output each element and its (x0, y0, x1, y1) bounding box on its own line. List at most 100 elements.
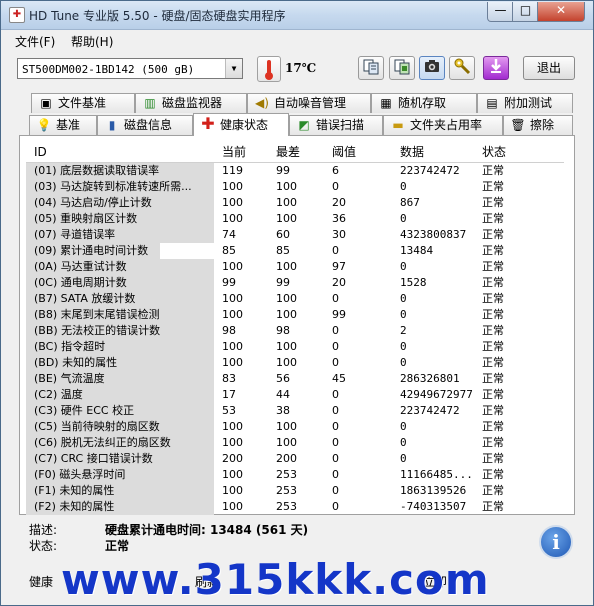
table-row[interactable]: (0A) 马达重试计数 100 100 97 0 正常 (26, 259, 564, 275)
copy-screen-icon[interactable] (389, 56, 415, 80)
error-scan-icon: ◩ (298, 118, 310, 132)
tab-aam[interactable]: ◀) 自动噪音管理 (247, 93, 371, 113)
app-window: ✚ HD Tune 专业版 5.50 - 硬盘/固态硬盘实用程序 — □ ✕ 文… (0, 0, 594, 606)
scrollbar[interactable] (556, 142, 568, 506)
tab-erase[interactable]: 🗑 擦除 (503, 115, 573, 135)
header-current[interactable]: 当前 (222, 142, 272, 162)
header-worst[interactable]: 最差 (276, 142, 330, 162)
table-body: (01) 底层数据读取错误率 119 99 6 223742472 正常 (03) 马达旋转… (26, 163, 564, 515)
cell-worst: 99 (276, 276, 290, 289)
cell-data: 0 (400, 292, 407, 305)
copy-text-icon[interactable] (358, 56, 384, 80)
cell-status: 正常 (482, 276, 504, 289)
window-title: HD Tune 专业版 5.50 - 硬盘/固态硬盘实用程序 (29, 9, 286, 23)
cell-current: 100 (222, 196, 243, 209)
trash-icon: 🗑 (510, 118, 526, 132)
temperature-readout: 17℃ (285, 61, 317, 75)
table-row[interactable]: (B8) 末尾到末尾错误检测 100 100 99 0 正常 (26, 307, 564, 323)
cell-status: 正常 (482, 228, 504, 241)
maximize-button[interactable]: □ (512, 2, 539, 22)
tab-random-access[interactable]: ▦ 随机存取 (371, 93, 477, 113)
header-id[interactable]: ID (26, 142, 214, 162)
header-threshold[interactable]: 阈值 (332, 142, 394, 162)
tab-folder-usage[interactable]: ▬ 文件夹占用率 (383, 115, 503, 135)
health-cross-icon: ✚ (201, 114, 215, 133)
menu-file[interactable]: 文件(F) (15, 33, 55, 50)
title-bar[interactable]: ✚ HD Tune 专业版 5.50 - 硬盘/固态硬盘实用程序 — □ ✕ (1, 1, 593, 30)
cell-threshold: 0 (332, 388, 339, 401)
table-row[interactable]: (BB) 无法校正的错误计数 98 98 0 2 正常 (26, 323, 564, 339)
tab-health[interactable]: ✚ 健康状态 (193, 113, 289, 136)
tab-disk-monitor[interactable]: ▥ 磁盘监视器 (135, 93, 247, 113)
tab-extra-tests[interactable]: ▤ 附加测试 (477, 93, 573, 113)
cell-current: 17 (222, 388, 236, 401)
close-button[interactable]: ✕ (537, 2, 585, 22)
cell-worst: 100 (276, 180, 297, 193)
cell-status: 正常 (482, 164, 504, 177)
description-value: 硬盘累计通电时间: 13484 (561 天) (105, 523, 309, 537)
table-row[interactable]: (BE) 气流温度 83 56 45 286326801 正常 (26, 371, 564, 387)
description-label: 描述: (29, 523, 58, 537)
table-row[interactable]: (03) 马达旋转到标准转速所需... 100 100 0 0 正常 (26, 179, 564, 195)
cell-status: 正常 (482, 260, 504, 273)
table-row[interactable]: (C3) 硬件 ECC 校正 53 38 0 223742472 正常 (26, 403, 564, 419)
table-row[interactable]: (04) 马达启动/停止计数 100 100 20 867 正常 (26, 195, 564, 211)
cell-current: 100 (222, 356, 243, 369)
exit-button[interactable]: 退出 (523, 56, 575, 80)
cell-data: 11166485... (400, 468, 473, 481)
minimize-button[interactable]: — (487, 2, 514, 22)
camera-icon[interactable] (419, 56, 445, 80)
tab-file-benchmark[interactable]: ▣ 文件基准 (31, 93, 135, 113)
table-row[interactable]: (BC) 指令超时 100 100 0 0 正常 (26, 339, 564, 355)
table-row[interactable]: (09) 累计通电时间计数 85 85 0 13484 正常 (26, 243, 564, 259)
extra-tests-icon: ▤ (486, 96, 498, 110)
cell-threshold: 6 (332, 164, 339, 177)
cell-data: 0 (400, 260, 407, 273)
bottom-health-label: 健康 (29, 575, 54, 589)
cell-status: 正常 (482, 356, 504, 369)
table-row[interactable]: (C5) 当前待映射的扇区数 100 100 0 0 正常 (26, 419, 564, 435)
table-row[interactable]: (0C) 通电周期计数 99 99 20 1528 正常 (26, 275, 564, 291)
cell-data: 286326801 (400, 372, 460, 385)
table-row[interactable]: (07) 寻道错误率 74 60 30 4323800837 正常 (26, 227, 564, 243)
table-row[interactable]: (F1) 未知的属性 100 253 0 1863139526 正常 (26, 483, 564, 499)
tab-benchmark[interactable]: 💡 基准 (29, 115, 97, 135)
drive-select[interactable]: ST500DM002-1BD142 (500 gB) ▼ (17, 58, 243, 79)
cell-id: (BB) 无法校正的错误计数 (26, 323, 214, 339)
table-row[interactable]: (F2) 未知的属性 100 253 0 -740313507 正常 (26, 499, 564, 515)
cell-worst: 253 (276, 484, 297, 497)
table-row[interactable]: (B7) SATA 放缓计数 100 100 0 0 正常 (26, 291, 564, 307)
download-icon[interactable] (483, 56, 509, 80)
tab-error-scan[interactable]: ◩ 错误扫描 (289, 115, 383, 135)
cell-data: 0 (400, 452, 407, 465)
benchmark-icon: 💡 (36, 118, 52, 132)
table-row[interactable]: (C7) CRC 接口错误计数 200 200 0 0 正常 (26, 451, 564, 467)
info-icon[interactable]: i (539, 525, 573, 559)
cell-worst: 100 (276, 212, 297, 225)
table-row[interactable]: (C6) 脱机无法纠正的扇区数 100 100 0 0 正常 (26, 435, 564, 451)
table-row[interactable]: (01) 底层数据读取错误率 119 99 6 223742472 正常 (26, 163, 564, 179)
cell-threshold: 0 (332, 452, 339, 465)
cell-threshold: 0 (332, 244, 339, 257)
cell-threshold: 30 (332, 228, 346, 241)
header-status[interactable]: 状态 (482, 142, 542, 162)
header-data[interactable]: 数据 (400, 142, 480, 162)
cell-status: 正常 (482, 436, 504, 449)
tab-disk-info[interactable]: ▮ 磁盘信息 (97, 115, 193, 135)
cell-current: 83 (222, 372, 236, 385)
cell-threshold: 36 (332, 212, 346, 225)
cell-status: 正常 (482, 388, 504, 401)
cell-id: (0C) 通电周期计数 (26, 275, 214, 291)
cell-status: 正常 (482, 324, 504, 337)
table-row[interactable]: (BD) 未知的属性 100 100 0 0 正常 (26, 355, 564, 371)
table-row[interactable]: (C2) 温度 17 44 0 42949672977 正常 (26, 387, 564, 403)
cell-current: 53 (222, 404, 236, 417)
folder-icon: ▬ (392, 118, 404, 132)
chevron-down-icon[interactable]: ▼ (225, 59, 242, 78)
toolbar: ST500DM002-1BD142 (500 gB) ▼ 17℃ 退出 (1, 51, 593, 91)
menu-bar: 文件(F) 帮助(H) (1, 30, 593, 50)
table-row[interactable]: (05) 重映射扇区计数 100 100 36 0 正常 (26, 211, 564, 227)
table-row[interactable]: (F0) 磁头悬浮时间 100 253 0 11166485... 正常 (26, 467, 564, 483)
menu-help[interactable]: 帮助(H) (71, 33, 113, 50)
options-key-icon[interactable] (449, 56, 475, 80)
